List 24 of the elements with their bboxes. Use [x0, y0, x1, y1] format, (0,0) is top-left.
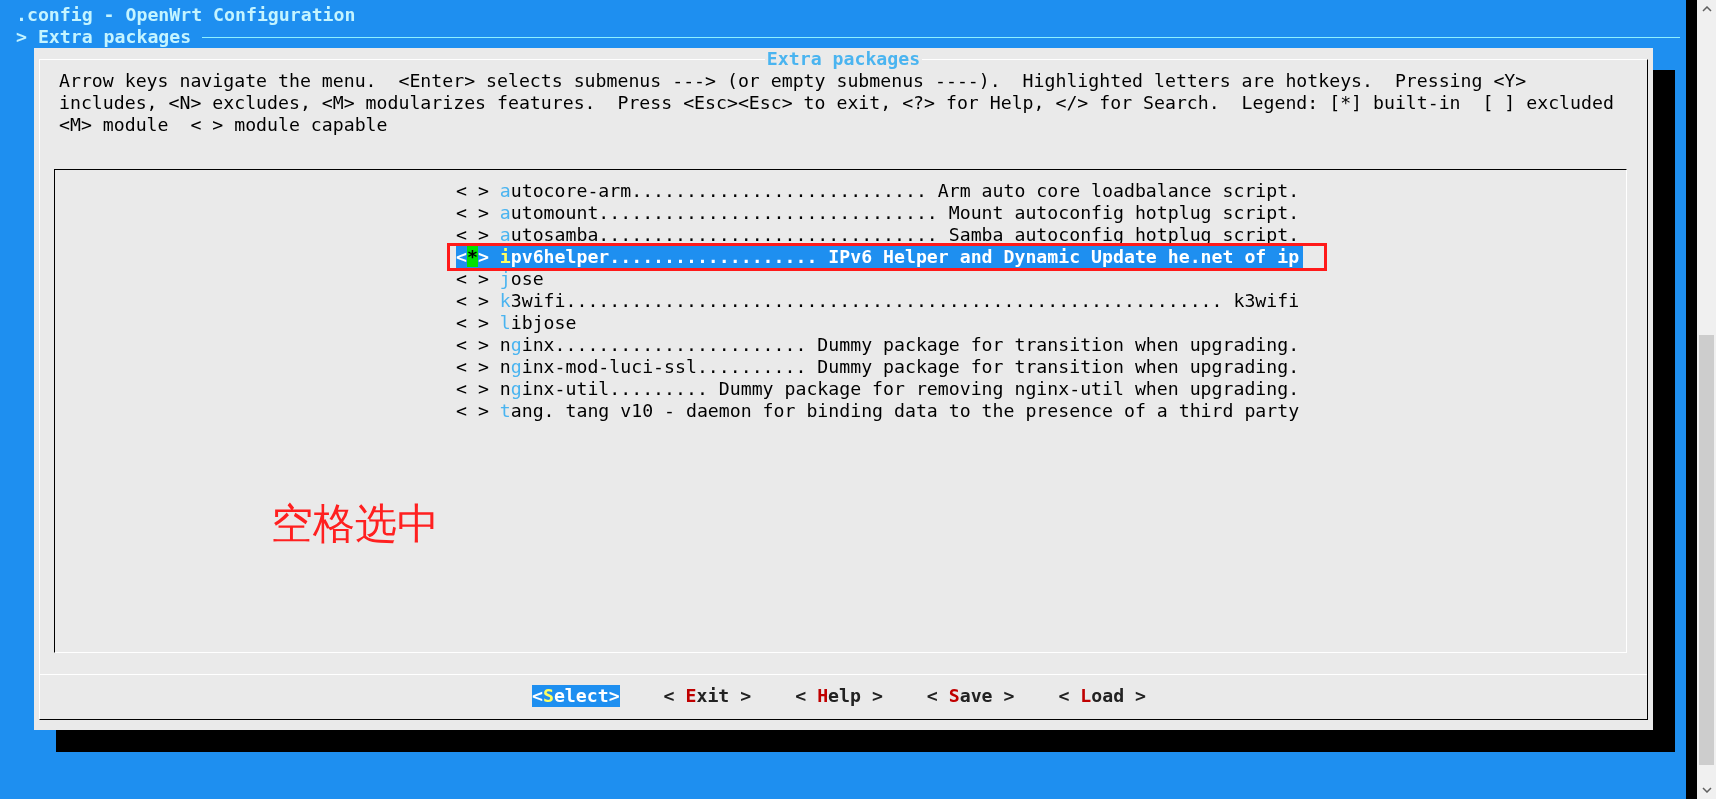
annotation-text: 空格选中	[271, 498, 439, 550]
menu-item[interactable]: < > nginx-util......... Dummy package for removing nginx-util when upgrading.	[456, 378, 1303, 400]
menu-item[interactable]: < > libjose	[456, 312, 1303, 334]
menu-item[interactable]: < > k3wifi............................................................ k3wifi	[456, 290, 1303, 312]
scroll-up-icon[interactable]	[1701, 6, 1712, 12]
dialog-button[interactable]: < Load >	[1058, 685, 1147, 707]
dialog-button[interactable]: < Save >	[926, 685, 1015, 707]
menu-item[interactable]: < > autocore-arm........................... Arm auto core loadbalance script.	[456, 180, 1303, 202]
menu-item[interactable]: < > tang. tang v10 - daemon for binding data to the presence of a third party	[456, 400, 1303, 422]
scroll-down-icon[interactable]	[1701, 787, 1712, 793]
dialog-title: Extra packages	[764, 48, 923, 70]
dialog-button[interactable]: < Help >	[795, 685, 883, 707]
menu-item[interactable]: < > nginx-mod-luci-ssl.......... Dummy package for transition when upgrading.	[456, 356, 1303, 378]
window-title: .config - OpenWrt Configuration	[15, 4, 357, 26]
menu-item[interactable]: < > automount............................... Mount autoconfig hotplug script.	[456, 202, 1303, 224]
help-text-line: Arrow keys navigate the menu. <Enter> selects submenus ---> (or empty submenus ----). Highlighted letters are hotkeys. Pressing <Y>	[59, 70, 1528, 92]
menu-item[interactable]: < > j ose	[456, 268, 1303, 290]
help-text-line: includes, <N> excludes, <M> modularizes features. Press <Esc><Esc> to exit, <?> for Help, </> for Search. Legend: [*] built-in [ ] excluded	[59, 92, 1615, 114]
breadcrumb: > Extra packages	[16, 26, 192, 48]
dialog-button[interactable]: < Exit >	[663, 685, 752, 707]
scrollbar-thumb[interactable]	[1699, 335, 1714, 765]
help-text-line: <M> module < > module capable	[59, 114, 389, 136]
menu-item[interactable]: < > nginx....................... Dummy package for transition when upgrading.	[456, 334, 1303, 356]
menu-item[interactable]: < > autosamba............................... Samba autoconfig hotplug script.	[456, 224, 1303, 246]
